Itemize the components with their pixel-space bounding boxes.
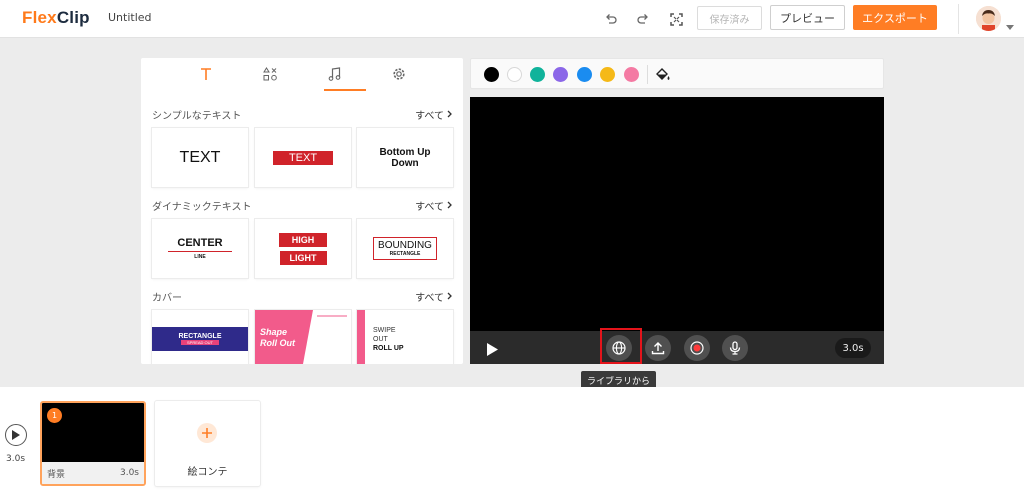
center-line-rule xyxy=(168,251,232,252)
shapes-icon xyxy=(263,67,277,81)
section-title: シンプルなテキスト xyxy=(152,110,242,122)
clip-duration: 3.0s xyxy=(835,338,871,358)
add-scene-label: 絵コンテ xyxy=(187,467,228,478)
text-template-plain[interactable]: TEXT xyxy=(152,128,248,187)
color-swatch-blue[interactable] xyxy=(577,67,592,82)
paint-bucket-icon xyxy=(656,68,670,80)
caret-down-icon xyxy=(1006,25,1014,30)
play-icon xyxy=(487,343,498,356)
section-title: ダイナミックテキスト xyxy=(152,201,252,213)
preview-button[interactable]: プレビュー xyxy=(770,5,845,30)
chevron-right-icon xyxy=(447,110,452,118)
fill-bucket-button[interactable] xyxy=(655,67,671,86)
chevron-right-icon xyxy=(447,292,452,300)
chevron-right-icon xyxy=(447,201,452,209)
scene-number-badge: 1 xyxy=(47,408,62,423)
panel-tabs xyxy=(141,58,463,92)
color-divider xyxy=(647,65,648,84)
see-all-link[interactable]: すべて xyxy=(415,289,452,304)
player-controls: 3.0s xyxy=(470,328,884,364)
upload-button[interactable] xyxy=(645,335,671,361)
timeline-play-button[interactable] xyxy=(5,424,27,446)
elements-panel: シンプルなテキスト すべて TEXT TEXT Bottom Up Down ダ… xyxy=(141,58,463,364)
see-all-link[interactable]: すべて xyxy=(415,107,452,122)
header-divider xyxy=(958,4,959,34)
redo-button[interactable] xyxy=(633,9,653,29)
record-button[interactable] xyxy=(684,335,710,361)
section-simple-text: シンプルなテキスト すべて xyxy=(152,106,452,122)
color-swatch-black[interactable] xyxy=(484,67,499,82)
bounding-frame: BOUNDING RECTANGLE xyxy=(373,237,437,260)
cover-template-swipe[interactable]: SWIPE OUT ROLL UP xyxy=(357,310,453,364)
undo-button[interactable] xyxy=(601,9,621,29)
section-title: カバー xyxy=(152,292,182,304)
see-all-link[interactable]: すべて xyxy=(415,198,452,213)
tab-elements[interactable] xyxy=(245,58,295,90)
play-button[interactable] xyxy=(487,341,498,360)
tab-settings[interactable] xyxy=(374,58,424,90)
video-canvas[interactable] xyxy=(470,97,884,331)
active-tab-indicator xyxy=(324,89,366,91)
tab-music[interactable] xyxy=(309,58,359,90)
top-header: FlexClip Untitled 保存済み プレビュー エクスポート xyxy=(0,0,1024,38)
cover-template-shape[interactable]: Shape Roll Out xyxy=(255,310,351,364)
text-icon xyxy=(201,67,211,80)
avatar-dropdown-caret[interactable] xyxy=(1006,15,1014,34)
music-icon xyxy=(328,67,340,81)
cover-rectangle-band: RECTANGLE SPREAD OUT xyxy=(152,327,248,351)
library-button-highlight xyxy=(600,328,642,364)
scene-card[interactable]: 1 背景 3.0s xyxy=(40,401,146,486)
saved-button[interactable]: 保存済み xyxy=(697,6,762,30)
text-template-center-line[interactable]: CENTER LINE xyxy=(152,219,248,278)
text-template-bounding[interactable]: BOUNDING RECTANGLE xyxy=(357,219,453,278)
scene-label: 背景 xyxy=(47,469,66,480)
plus-icon xyxy=(197,423,217,443)
storyboard-timeline: 3.0s 1 背景 3.0s 絵コンテ xyxy=(0,387,1024,493)
microphone-icon xyxy=(729,341,741,355)
section-dynamic-text: ダイナミックテキスト すべて xyxy=(152,197,452,213)
total-duration: 3.0s xyxy=(6,454,26,464)
swipe-stripe xyxy=(357,310,365,364)
export-button[interactable]: エクスポート xyxy=(853,5,937,30)
text-template-bottom-up[interactable]: Bottom Up Down xyxy=(357,128,453,187)
text-template-banner[interactable]: TEXT xyxy=(255,128,351,187)
tab-text[interactable] xyxy=(181,58,231,90)
gear-icon xyxy=(393,68,405,80)
play-icon xyxy=(12,430,20,440)
avatar-icon xyxy=(976,6,1001,31)
add-scene-button[interactable]: 絵コンテ xyxy=(155,401,260,486)
color-toolbar xyxy=(470,58,884,89)
user-avatar[interactable] xyxy=(976,6,1001,31)
voiceover-button[interactable] xyxy=(722,335,748,361)
flexclip-logo[interactable]: FlexClip xyxy=(22,8,90,28)
color-swatch-teal[interactable] xyxy=(530,67,545,82)
cover-swipe-text: SWIPE OUT ROLL UP xyxy=(373,327,404,352)
text-template-highlight[interactable]: HIGH LIGHT xyxy=(255,219,351,278)
record-icon xyxy=(690,341,704,355)
redo-icon xyxy=(637,14,648,24)
section-cover: カバー すべて xyxy=(152,288,452,304)
color-swatch-pink[interactable] xyxy=(624,67,639,82)
color-swatch-yellow[interactable] xyxy=(600,67,615,82)
document-title[interactable]: Untitled xyxy=(108,11,152,24)
color-swatch-white[interactable] xyxy=(507,67,522,82)
fullscreen-icon xyxy=(669,12,683,26)
fullscreen-button[interactable] xyxy=(666,9,686,29)
scene-duration: 3.0s xyxy=(119,468,139,478)
cover-shape-text: Shape Roll Out xyxy=(260,327,295,348)
color-swatch-purple[interactable] xyxy=(553,67,568,82)
undo-icon xyxy=(606,14,617,24)
cover-template-rectangle[interactable]: RECTANGLE SPREAD OUT xyxy=(152,310,248,364)
upload-icon xyxy=(651,342,665,355)
scene-footer: 背景 3.0s xyxy=(42,462,144,484)
